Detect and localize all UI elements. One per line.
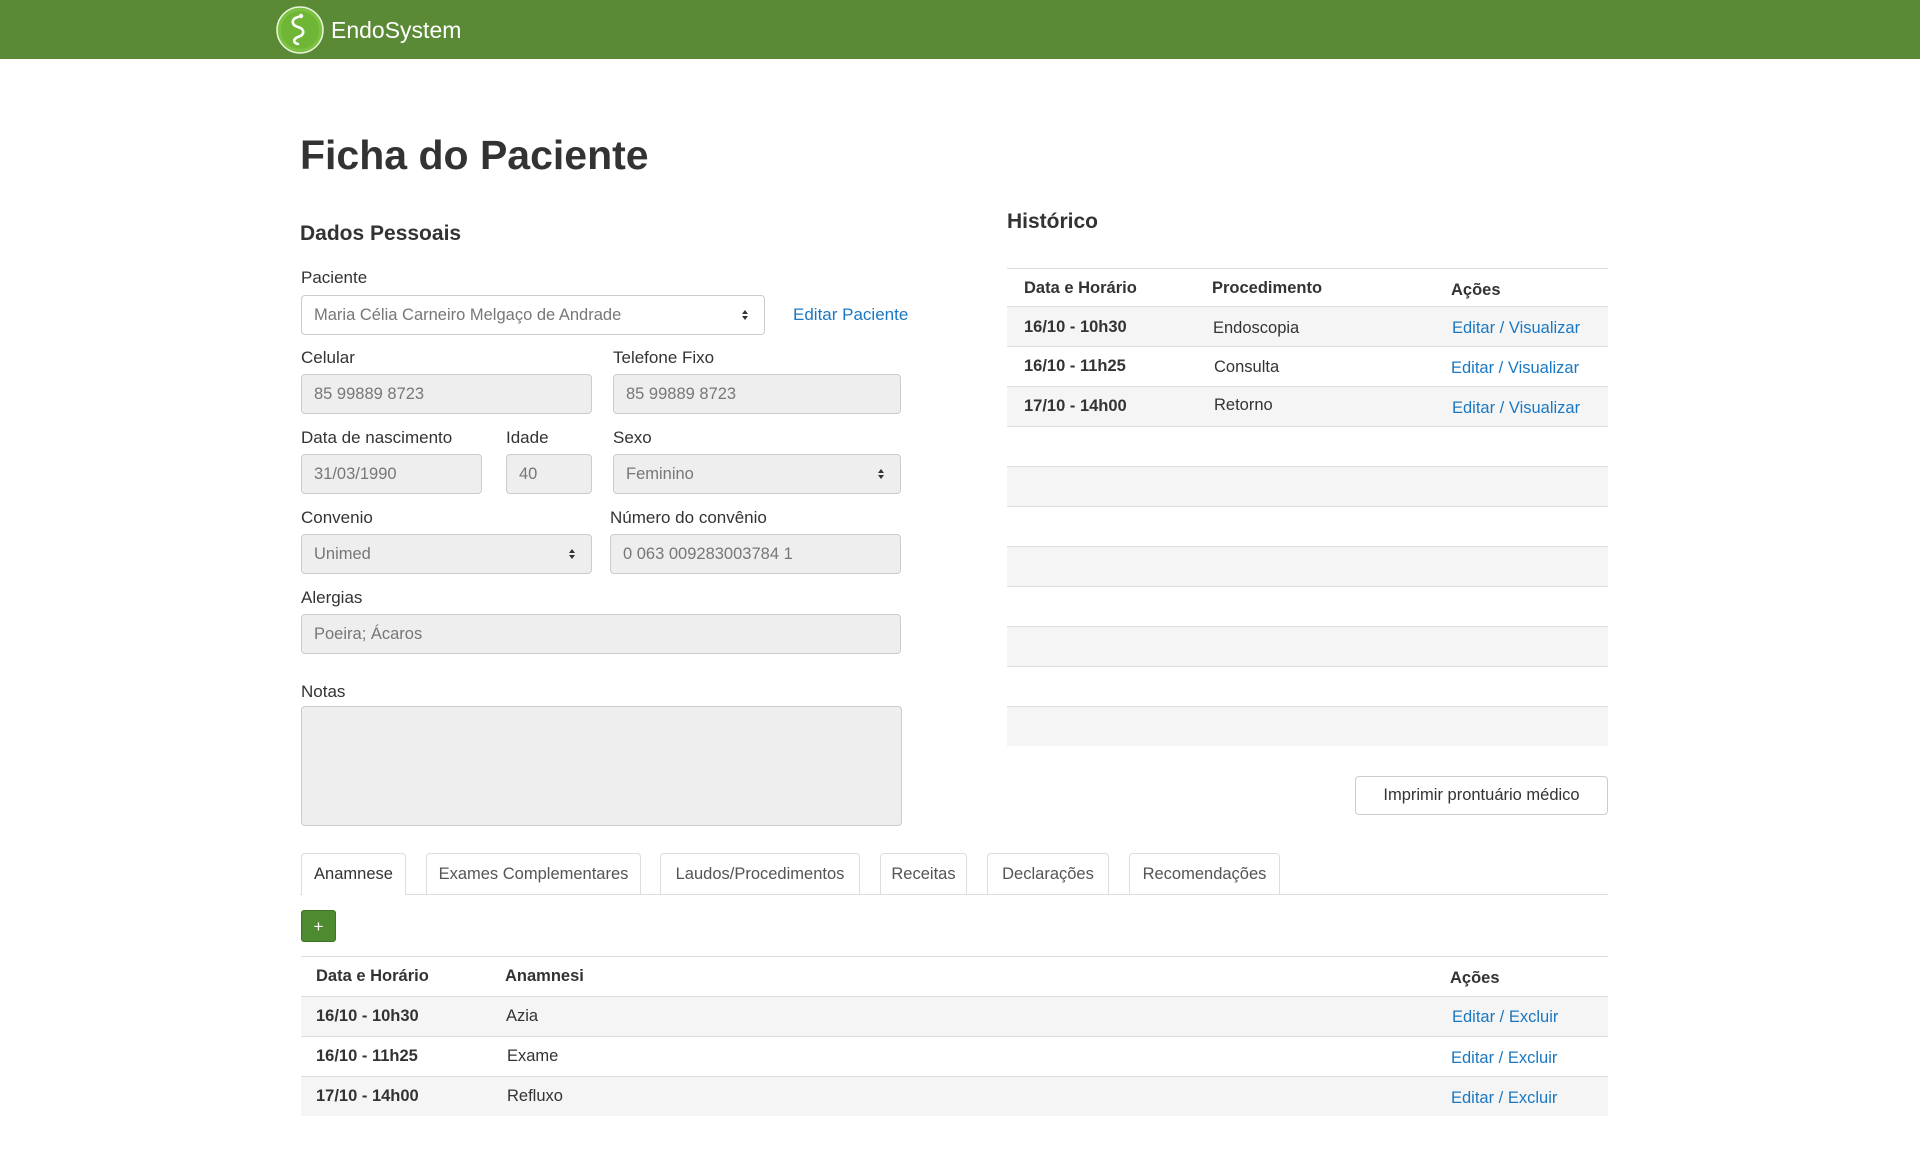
anamnese-row-text: Exame bbox=[507, 1047, 559, 1065]
history-table: Data e Horário Procedimento Ações 16/10 … bbox=[1007, 268, 1608, 746]
anamnese-header-date: Data e Horário bbox=[316, 967, 429, 985]
endosystem-logo-icon bbox=[276, 6, 324, 54]
anamnese-table: Data e Horário Anamnesi Ações 16/10 - 10… bbox=[301, 956, 1608, 1116]
age-field[interactable]: 40 bbox=[506, 454, 592, 494]
sex-select-value: Feminino bbox=[626, 465, 694, 483]
cell-label: Celular bbox=[301, 348, 355, 367]
anamnese-row-edit-link[interactable]: Editar / Excluir bbox=[1451, 1049, 1557, 1068]
birth-date-field[interactable]: 31/03/1990 bbox=[301, 454, 482, 494]
history-row-date: 16/10 - 10h30 bbox=[1024, 318, 1127, 336]
history-header-row: Data e Horário Procedimento Ações bbox=[1007, 268, 1608, 306]
tab-recomendacoes[interactable]: Recomendações bbox=[1129, 853, 1280, 894]
insurance-label: Convenio bbox=[301, 508, 373, 527]
anamnese-row-edit-link[interactable]: Editar / Excluir bbox=[1451, 1089, 1557, 1108]
phone-field[interactable]: 85 99889 8723 bbox=[613, 374, 901, 414]
empty-row bbox=[1007, 626, 1608, 666]
empty-row bbox=[1007, 586, 1608, 626]
sex-select[interactable]: Feminino bbox=[613, 454, 901, 494]
history-header-procedure: Procedimento bbox=[1212, 279, 1323, 297]
anamnese-header-text: Anamnesi bbox=[505, 967, 584, 985]
table-row: 16/10 - 10h30 Azia Editar / Excluir bbox=[301, 996, 1608, 1036]
record-tabs: Anamnese Exames Complementares Laudos/Pr… bbox=[300, 853, 1608, 895]
print-record-button[interactable]: Imprimir prontuário médico bbox=[1355, 776, 1608, 815]
anamnese-row-text: Refluxo bbox=[507, 1087, 563, 1105]
anamnese-row-date: 17/10 - 14h00 bbox=[316, 1087, 419, 1105]
navbar: EndoSystem bbox=[0, 0, 1920, 59]
empty-row bbox=[1007, 666, 1608, 706]
empty-row bbox=[1007, 546, 1608, 586]
tab-receitas[interactable]: Receitas bbox=[880, 853, 967, 894]
allergies-field[interactable]: Poeira; Ácaros bbox=[301, 614, 901, 654]
select-caret-icon bbox=[878, 469, 884, 479]
tab-declaracoes[interactable]: Declarações bbox=[987, 853, 1109, 894]
anamnese-header-actions: Ações bbox=[1450, 969, 1500, 987]
insurance-number-field[interactable]: 0 063 009283003784 1 bbox=[610, 534, 901, 574]
patient-select[interactable]: Maria Célia Carneiro Melgaço de Andrade bbox=[301, 295, 765, 335]
empty-row bbox=[1007, 706, 1608, 746]
table-row: 16/10 - 11h25 Exame Editar / Excluir bbox=[301, 1036, 1608, 1076]
insurance-number-label: Número do convênio bbox=[610, 508, 767, 527]
tab-exames-complementares[interactable]: Exames Complementares bbox=[426, 853, 641, 894]
brand-name: EndoSystem bbox=[331, 16, 462, 43]
personal-data-title: Dados Pessoais bbox=[300, 222, 462, 245]
history-row-edit-link[interactable]: Editar / Visualizar bbox=[1452, 319, 1580, 338]
patient-label: Paciente bbox=[301, 268, 368, 287]
table-row: 17/10 - 14h00 Retorno Editar / Visualiza… bbox=[1007, 386, 1608, 426]
table-row: 16/10 - 10h30 Endoscopia Editar / Visual… bbox=[1007, 306, 1608, 346]
anamnese-row-date: 16/10 - 10h30 bbox=[316, 1007, 419, 1025]
patient-select-value: Maria Célia Carneiro Melgaço de Andrade bbox=[314, 306, 622, 324]
select-caret-icon bbox=[742, 310, 748, 320]
history-header-actions: Ações bbox=[1451, 281, 1501, 299]
anamnese-header-row: Data e Horário Anamnesi Ações bbox=[301, 956, 1608, 996]
table-row: 17/10 - 14h00 Refluxo Editar / Excluir bbox=[301, 1076, 1608, 1116]
sex-label: Sexo bbox=[613, 428, 652, 447]
birth-date-label: Data de nascimento bbox=[301, 428, 453, 447]
history-row-date: 16/10 - 11h25 bbox=[1024, 357, 1126, 375]
tab-anamnese[interactable]: Anamnese bbox=[301, 853, 406, 895]
add-anamnese-button[interactable]: + bbox=[301, 910, 336, 942]
age-label: Idade bbox=[506, 428, 549, 447]
history-row-procedure: Consulta bbox=[1214, 358, 1280, 376]
edit-patient-link[interactable]: Editar Paciente bbox=[793, 305, 908, 325]
table-row: 16/10 - 11h25 Consulta Editar / Visualiz… bbox=[1007, 346, 1608, 386]
allergies-label: Alergias bbox=[301, 588, 363, 607]
history-header-date: Data e Horário bbox=[1024, 279, 1137, 297]
page-title: Ficha do Paciente bbox=[300, 132, 649, 178]
tab-laudos-procedimentos[interactable]: Laudos/Procedimentos bbox=[660, 853, 860, 894]
history-title: Histórico bbox=[1007, 210, 1099, 233]
empty-row bbox=[1007, 506, 1608, 546]
empty-row bbox=[1007, 426, 1608, 466]
select-caret-icon bbox=[569, 549, 575, 559]
empty-row bbox=[1007, 466, 1608, 506]
history-row-date: 17/10 - 14h00 bbox=[1024, 397, 1127, 415]
insurance-select[interactable]: Unimed bbox=[301, 534, 592, 574]
notes-textarea[interactable] bbox=[301, 706, 902, 826]
history-row-edit-link[interactable]: Editar / Visualizar bbox=[1451, 359, 1579, 378]
anamnese-row-text: Azia bbox=[506, 1007, 539, 1025]
phone-label: Telefone Fixo bbox=[613, 348, 715, 367]
history-row-procedure: Endoscopia bbox=[1213, 319, 1300, 337]
brand-link[interactable]: EndoSystem bbox=[276, 6, 461, 54]
history-row-procedure: Retorno bbox=[1214, 396, 1273, 414]
notes-label: Notas bbox=[301, 682, 346, 701]
anamnese-row-date: 16/10 - 11h25 bbox=[316, 1047, 418, 1065]
cell-field[interactable]: 85 99889 8723 bbox=[301, 374, 592, 414]
anamnese-row-edit-link[interactable]: Editar / Excluir bbox=[1452, 1008, 1558, 1027]
history-row-edit-link[interactable]: Editar / Visualizar bbox=[1452, 399, 1580, 418]
insurance-select-value: Unimed bbox=[314, 545, 371, 563]
